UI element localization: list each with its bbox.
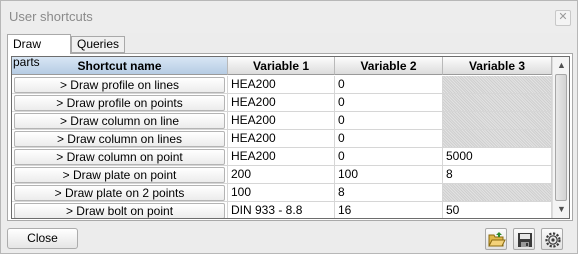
variable-1-cell[interactable]: HEA200: [228, 76, 335, 94]
variable-3-cell: [443, 76, 552, 94]
run-shortcut-button[interactable]: > Draw profile on lines: [14, 77, 225, 93]
shortcut-name-cell: > Draw profile on lines: [12, 76, 228, 94]
shortcut-name-cell: > Draw column on lines: [12, 130, 228, 148]
settings-button[interactable]: [541, 228, 563, 250]
table-row: > Draw plate on 2 points 100 8: [12, 184, 552, 202]
variable-3-cell: [443, 112, 552, 130]
variable-1-cell[interactable]: 200: [228, 166, 335, 184]
variable-2-cell[interactable]: 0: [335, 94, 443, 112]
table-row: > Draw profile on points HEA200 0: [12, 94, 552, 112]
table-row: > Draw profile on lines HEA200 0: [12, 76, 552, 94]
save-button[interactable]: [513, 228, 535, 250]
settings-icon: [545, 232, 561, 248]
shortcut-name-cell: > Draw plate on point: [12, 166, 228, 184]
run-shortcut-button[interactable]: > Draw column on line: [14, 113, 225, 129]
column-header-variable-1[interactable]: Variable 1: [228, 57, 335, 75]
variable-1-cell[interactable]: HEA200: [228, 112, 335, 130]
vertical-scrollbar[interactable]: ▲ ▼: [552, 57, 569, 218]
table-row: > Draw column on point HEA200 0 5000: [12, 148, 552, 166]
shortcuts-grid: Shortcut name Variable 1 Variable 2 Vari…: [11, 56, 570, 219]
run-shortcut-button[interactable]: > Draw plate on 2 points: [14, 185, 225, 201]
variable-2-cell[interactable]: 100: [335, 166, 443, 184]
table-row: > Draw column on lines HEA200 0: [12, 130, 552, 148]
save-icon: [518, 233, 532, 247]
run-shortcut-button[interactable]: > Draw bolt on point: [14, 203, 225, 218]
variable-2-cell[interactable]: 0: [335, 112, 443, 130]
tab-panel-draw-parts: Shortcut name Variable 1 Variable 2 Vari…: [7, 53, 573, 221]
column-header-variable-2[interactable]: Variable 2: [335, 57, 443, 75]
variable-1-cell[interactable]: HEA200: [228, 94, 335, 112]
variable-3-cell: [443, 130, 552, 148]
variable-3-cell[interactable]: 5000: [443, 148, 552, 166]
shortcut-name-cell: > Draw bolt on point: [12, 202, 228, 218]
run-shortcut-button[interactable]: > Draw column on lines: [14, 131, 225, 147]
window-close-button[interactable]: ✕: [555, 10, 571, 26]
variable-2-cell[interactable]: 8: [335, 184, 443, 202]
column-header-shortcut-name[interactable]: Shortcut name: [12, 57, 228, 75]
table-row: > Draw plate on point 200 100 8: [12, 166, 552, 184]
scrollbar-thumb[interactable]: [555, 74, 567, 201]
run-shortcut-button[interactable]: > Draw plate on point: [14, 167, 225, 183]
close-button[interactable]: Close: [7, 228, 78, 249]
shortcut-name-cell: > Draw plate on 2 points: [12, 184, 228, 202]
table-row: > Draw column on line HEA200 0: [12, 112, 552, 130]
column-header-variable-3[interactable]: Variable 3: [443, 57, 552, 75]
variable-3-cell: [443, 94, 552, 112]
variable-1-cell[interactable]: HEA200: [228, 148, 335, 166]
variable-2-cell[interactable]: 16: [335, 202, 443, 218]
variable-3-cell[interactable]: 50: [443, 202, 552, 218]
user-shortcuts-window: User shortcuts ✕ Draw parts Queries Shor…: [0, 0, 578, 254]
open-folder-icon: [488, 232, 506, 247]
scroll-up-arrow-icon[interactable]: ▲: [553, 57, 569, 74]
shortcut-name-cell: > Draw column on line: [12, 112, 228, 130]
variable-1-cell[interactable]: DIN 933 - 8.8: [228, 202, 335, 218]
tab-queries[interactable]: Queries: [71, 36, 125, 53]
open-button[interactable]: [485, 228, 507, 250]
tab-draw-parts[interactable]: Draw parts: [7, 34, 71, 69]
table-row: > Draw bolt on point DIN 933 - 8.8 16 50: [12, 202, 552, 218]
variable-2-cell[interactable]: 0: [335, 76, 443, 94]
variable-1-cell[interactable]: HEA200: [228, 130, 335, 148]
run-shortcut-button[interactable]: > Draw profile on points: [14, 95, 225, 111]
variable-3-cell[interactable]: 8: [443, 166, 552, 184]
shortcut-name-cell: > Draw profile on points: [12, 94, 228, 112]
variable-2-cell[interactable]: 0: [335, 148, 443, 166]
scroll-down-arrow-icon[interactable]: ▼: [553, 201, 569, 218]
variable-2-cell[interactable]: 0: [335, 130, 443, 148]
variable-3-cell: [443, 184, 552, 202]
variable-1-cell[interactable]: 100: [228, 184, 335, 202]
window-title: User shortcuts: [9, 9, 93, 24]
shortcut-name-cell: > Draw column on point: [12, 148, 228, 166]
title-bar: User shortcuts ✕: [1, 1, 577, 33]
run-shortcut-button[interactable]: > Draw column on point: [14, 149, 225, 165]
